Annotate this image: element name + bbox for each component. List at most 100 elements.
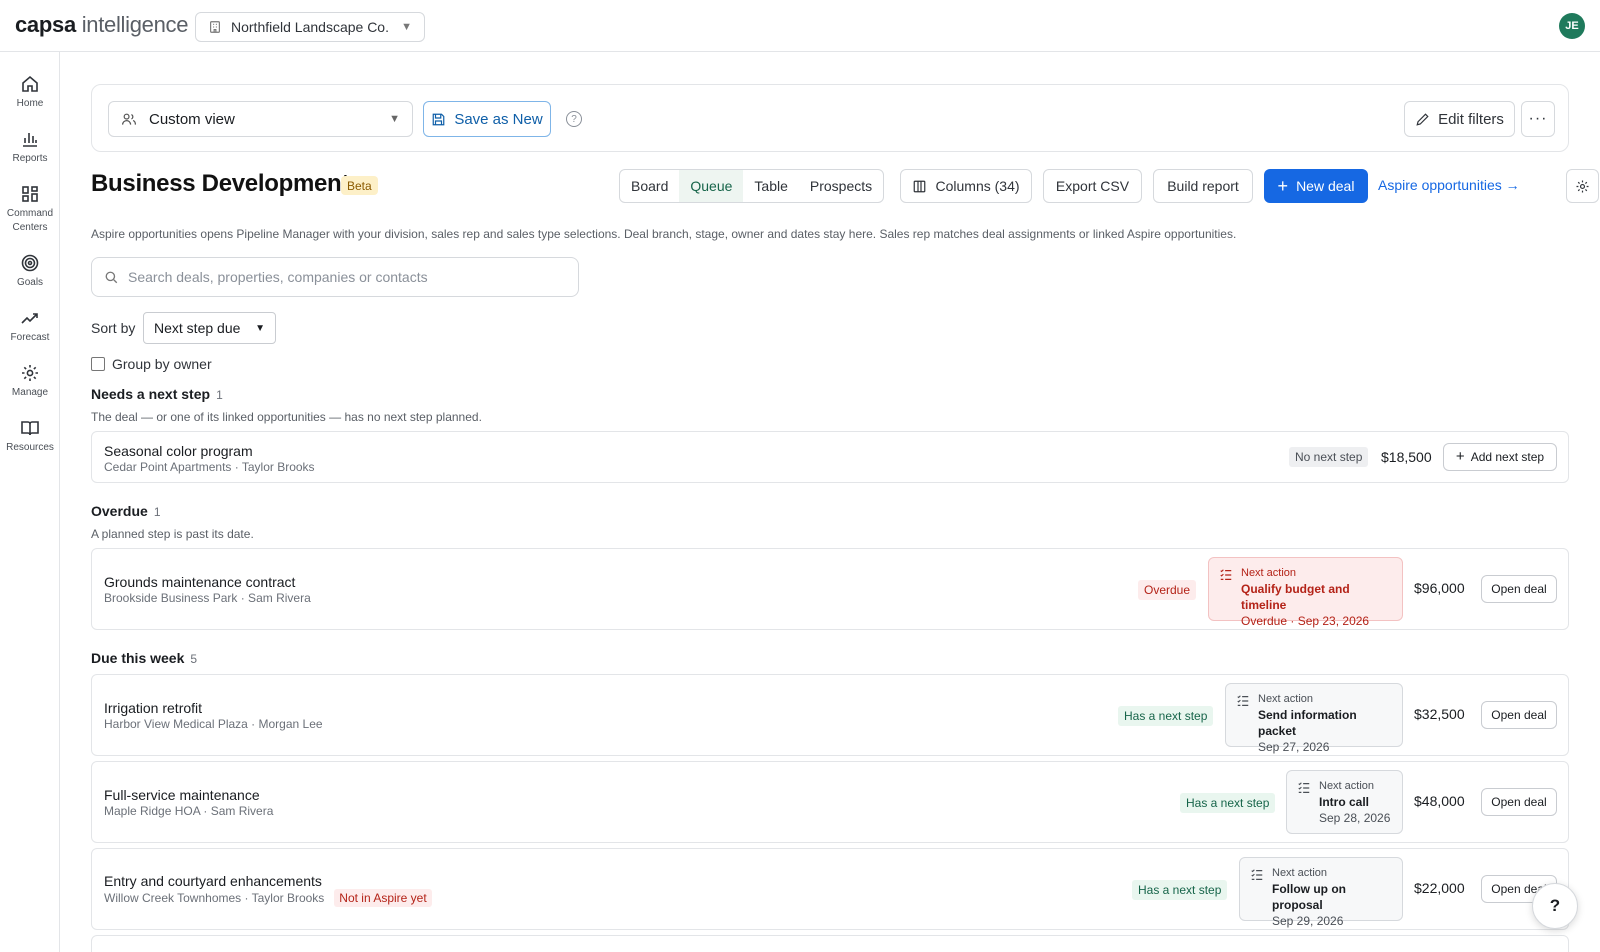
home-icon [22,75,38,92]
deal-subtitle: Harbor View Medical Plaza · Morgan Lee [104,717,323,731]
next-action-box[interactable]: Next action Follow up on proposal Sep 29… [1239,857,1403,928]
section-title-overdue: Overdue 1 [91,503,161,519]
deal-amount: $48,000 [1414,793,1465,809]
sidebar-item-home[interactable]: Home [0,74,60,111]
next-action-box[interactable]: Next action Qualify budget and timeline … [1208,557,1403,628]
more-options-button[interactable]: ··· [1521,101,1555,137]
sort-select[interactable]: Next step due ▼ [143,312,276,344]
book-icon [21,421,39,436]
users-icon [122,113,136,125]
group-by-owner-checkbox[interactable] [91,357,105,371]
deal-subtitle: Willow Creek Townhomes · Taylor Brooks No… [104,889,432,907]
deal-card[interactable]: Seasonal color program Cedar Point Apart… [91,431,1569,483]
next-action-date: Overdue · Sep 23, 2026 [1241,614,1370,628]
next-action-label: Next action [1319,780,1375,792]
sidebar-nav: Home Reports Command Centers Goals Forec… [0,52,60,952]
save-icon [432,113,445,125]
status-badge: Overdue [1138,580,1197,600]
user-avatar[interactable]: JE [1559,13,1585,39]
next-action-title: Intro call [1319,795,1370,809]
deal-subtitle: Cedar Point Apartments · Taylor Brooks [104,460,315,474]
not-in-aspire-tag: Not in Aspire yet [334,889,432,907]
status-badge: No next step [1289,447,1369,467]
tab-prospects[interactable]: Prospects [799,170,883,202]
sidebar-item-forecast[interactable]: Forecast [0,308,60,345]
sidebar-item-reports[interactable]: Reports [0,129,60,166]
next-action-title: Follow up on proposal [1272,882,1346,912]
next-action-box[interactable]: Next action Send information packet Sep … [1225,683,1403,754]
section-count: 1 [216,388,223,402]
settings-button[interactable] [1566,169,1599,203]
building-icon [210,21,220,33]
next-action-title: Qualify budget and timeline [1241,582,1350,612]
save-as-new-button[interactable]: Save as New [423,101,551,137]
checklist-icon [1220,569,1232,580]
checklist-icon [1298,782,1310,793]
saved-view-select[interactable]: Custom view ▼ [108,101,413,137]
search-icon [105,271,118,283]
sidebar-item-resources[interactable]: Resources [0,418,60,455]
gear-icon [22,365,38,381]
aspire-opportunities-link[interactable]: Aspire opportunities → [1378,177,1520,193]
checklist-icon [1237,695,1249,706]
help-button[interactable]: ? [1532,883,1578,929]
deal-card[interactable]: Entry and courtyard enhancements Willow … [91,848,1569,930]
next-action-title: Send information packet [1258,708,1357,738]
plus-icon: + [1455,448,1465,465]
build-report-button[interactable]: Build report [1153,169,1253,203]
group-by-owner-toggle[interactable]: Group by owner [91,356,212,372]
columns-icon [914,180,926,192]
view-filter-bar: Custom view ▼ Save as New ? Edit filters… [91,84,1569,152]
chevron-down-icon: ▼ [389,113,400,125]
deal-card[interactable]: Grounds maintenance contract Brookside B… [91,548,1569,630]
app-logo[interactable]: capsa intelligence [15,12,188,38]
tab-queue[interactable]: Queue [679,170,744,202]
sidebar-item-goals[interactable]: Goals [0,253,60,290]
view-switcher: Board Queue Table Prospects [619,169,885,203]
deal-amount: $18,500 [1381,449,1432,465]
new-deal-button[interactable]: + New deal [1264,169,1368,203]
sidebar-item-manage[interactable]: Manage [0,363,60,400]
export-csv-button[interactable]: Export CSV [1043,169,1142,203]
deal-name[interactable]: Seasonal color program [104,443,253,459]
next-action-date: Sep 28, 2026 [1319,811,1391,825]
columns-button[interactable]: Columns (34) [900,169,1032,203]
next-action-date: Sep 29, 2026 [1272,914,1344,928]
open-deal-button[interactable]: Open deal [1481,575,1557,603]
deal-card[interactable]: Full-service maintenance Maple Ridge HOA… [91,761,1569,843]
target-icon [21,254,39,272]
help-icon[interactable]: ? [566,111,582,127]
deal-amount: $96,000 [1414,580,1465,596]
sort-label: Sort by [91,320,136,336]
saved-view-value: Custom view [149,110,235,128]
edit-filters-button[interactable]: Edit filters [1404,101,1515,137]
tab-table[interactable]: Table [743,170,798,202]
deal-name[interactable]: Entry and courtyard enhancements [104,873,322,889]
tab-board[interactable]: Board [620,170,679,202]
organization-name: Northfield Landscape Co. [231,19,389,35]
deal-name[interactable]: Full-service maintenance [104,787,260,803]
next-action-label: Next action [1241,567,1297,579]
deal-card[interactable] [91,935,1569,952]
organization-select[interactable]: Northfield Landscape Co. ▼ [195,12,425,42]
next-action-box[interactable]: Next action Intro call Sep 28, 2026 [1286,770,1403,834]
checklist-icon [1251,869,1263,880]
add-next-step-button[interactable]: + Add next step [1443,443,1557,471]
next-action-label: Next action [1258,693,1314,705]
deal-name[interactable]: Irrigation retrofit [104,700,202,716]
deal-amount: $32,500 [1414,706,1465,722]
section-count: 5 [190,652,198,666]
open-deal-button[interactable]: Open deal [1481,701,1557,729]
deal-subtitle: Maple Ridge HOA · Sam Rivera [104,804,274,818]
open-deal-button[interactable]: Open deal [1481,788,1557,816]
top-bar: capsa intelligence Northfield Landscape … [0,0,1600,52]
next-action-date: Sep 27, 2026 [1258,740,1330,754]
search-input[interactable]: Search deals, properties, companies or c… [91,257,579,297]
deal-card[interactable]: Irrigation retrofit Harbor View Medical … [91,674,1569,756]
deal-name[interactable]: Grounds maintenance contract [104,574,295,590]
pencil-icon [1416,112,1429,126]
aspire-info-text: Aspire opportunities opens Pipeline Mana… [91,227,1237,241]
sidebar-item-command-centers[interactable]: Command Centers [0,184,60,235]
beta-badge: Beta [341,176,378,195]
trend-icon [21,313,38,324]
